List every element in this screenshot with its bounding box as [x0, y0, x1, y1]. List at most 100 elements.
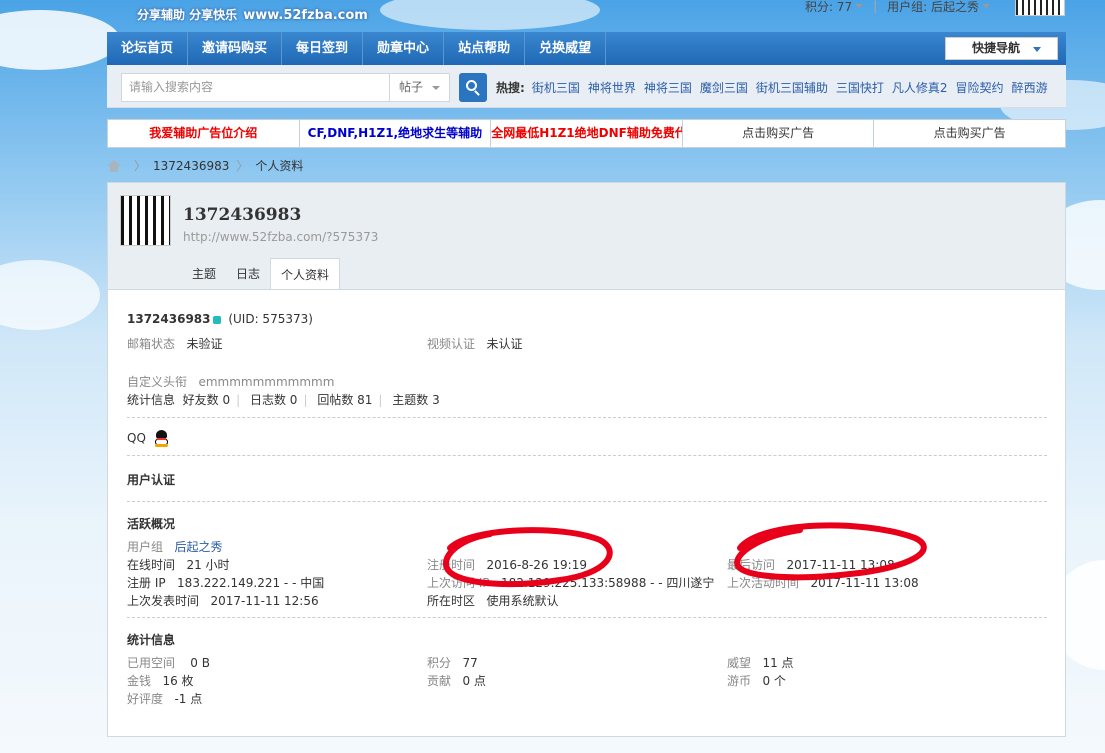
site-logo[interactable]: 分享辅助 分享快乐 www.52fzba.com [137, 6, 368, 23]
tab-threads[interactable]: 主题 [182, 258, 226, 290]
logo-tagline: 分享辅助 分享快乐 [137, 8, 238, 22]
usergroup-link[interactable]: 后起之秀 [174, 540, 222, 554]
custom-title-label: 自定义头衔 [127, 375, 188, 389]
custom-title: 自定义头衔 emmmmmmmmmmm [127, 373, 334, 390]
contribution: 贡献 0 点 [427, 672, 486, 689]
qq-row: QQ [127, 430, 168, 447]
hot-keyword[interactable]: 冒险契约 [956, 79, 1004, 96]
ad-slot[interactable]: CF,DNF,H1Z1,绝地求生等辅助 [300, 120, 492, 147]
hot-keyword[interactable]: 神将三国 [644, 79, 692, 96]
chevron-down-icon [1033, 47, 1041, 52]
custom-title-value: emmmmmmmmmmm [198, 375, 335, 389]
score-label: 积分 [427, 656, 452, 670]
contrib-label: 贡献 [427, 674, 452, 688]
profile-url[interactable]: http://www.52fzba.com/?575373 [183, 230, 378, 244]
last-active-value: 2017-11-11 13:08 [810, 576, 919, 590]
hot-search: 热搜: 街机三国 神将世界 神将三国 魔剑三国 街机三国辅助 三国快打 凡人修真… [496, 79, 1056, 96]
coin-value: 0 个 [762, 674, 786, 688]
online-label: 在线时间 [127, 558, 176, 572]
divider: | [873, 0, 878, 13]
qq-penguin-icon[interactable] [154, 430, 168, 447]
hot-keyword[interactable]: 街机三国 [532, 79, 580, 96]
email-label: 邮箱状态 [127, 337, 176, 351]
hot-keyword[interactable]: 神将世界 [588, 79, 636, 96]
search-input[interactable]: 请输入搜索内容 [121, 73, 391, 102]
main-nav: 论坛首页 邀请码购买 每日签到 勋章中心 站点帮助 兑换威望 快捷导航 [107, 32, 1066, 65]
last-post-label: 上次发表时间 [127, 594, 200, 608]
nav-item-exchange[interactable]: 兑换威望 [525, 32, 607, 65]
timezone-label: 所在时区 [427, 594, 476, 608]
user-status: 积分: 77 | 用户组: 后起之秀 [805, 0, 990, 15]
email-status: 邮箱状态 未验证 [127, 335, 222, 352]
ad-slot[interactable]: 全网最低H1Z1绝地DNF辅助免费代 [491, 120, 683, 147]
stat-blogs[interactable]: 日志数 0 [250, 393, 297, 407]
hot-search-label: 热搜: [496, 81, 525, 95]
prestige-label: 威望 [727, 656, 752, 670]
video-status: 视频认证 未认证 [427, 335, 522, 352]
hot-keyword[interactable]: 街机三国辅助 [756, 79, 828, 96]
stat-replies[interactable]: 回帖数 81 [317, 393, 372, 407]
profile-content: 1372436983 (UID: 575373) 邮箱状态 未验证 视频认证 未… [107, 289, 1066, 737]
email-value: 未验证 [186, 337, 223, 351]
profile-header: 1372436983 http://www.52fzba.com/?575373… [107, 182, 1066, 290]
usergroup-label[interactable]: 用户组: 后起之秀 [887, 0, 979, 15]
nav-item-invite[interactable]: 邀请码购买 [188, 32, 283, 65]
logo-site: www.52fzba.com [243, 8, 368, 23]
divider [127, 417, 1047, 418]
points-label[interactable]: 积分: 77 [805, 0, 852, 15]
ad-slot[interactable]: 点击购买广告 [683, 120, 875, 147]
section-title: 统计信息 [127, 633, 176, 647]
video-label: 视频认证 [427, 337, 476, 351]
top-bar: 分享辅助 分享快乐 www.52fzba.com 积分: 77 | 用户组: 后起… [0, 0, 1105, 32]
money-label: 金钱 [127, 674, 152, 688]
hot-keyword[interactable]: 醉西游 [1012, 79, 1048, 96]
nav-item-help[interactable]: 站点帮助 [444, 32, 526, 65]
avatar[interactable] [120, 195, 171, 246]
rating-label: 好评度 [127, 692, 164, 706]
qq-label: QQ [127, 431, 146, 445]
search-button[interactable] [459, 73, 487, 102]
nav-item-medals[interactable]: 勋章中心 [363, 32, 445, 65]
quick-nav-label: 快捷导航 [972, 41, 1021, 55]
ad-slot[interactable]: 点击购买广告 [874, 120, 1065, 147]
nav-item-checkin[interactable]: 每日签到 [282, 32, 364, 65]
money: 金钱 16 枚 [127, 672, 194, 689]
stats-row: 统计信息 好友数 0 | 日志数 0 | 回帖数 81 | 主题数 3 [127, 391, 440, 408]
reg-time: 注册时间 2016-8-26 19:19 [427, 556, 587, 573]
chevron-down-icon [855, 4, 864, 8]
timezone: 所在时区 使用系统默认 [427, 592, 558, 609]
section-title: 活跃概况 [127, 517, 176, 531]
home-icon[interactable] [107, 159, 121, 172]
tab-blog[interactable]: 日志 [226, 258, 270, 290]
online-time: 在线时间 21 小时 [127, 556, 230, 573]
breadcrumb-user[interactable]: 1372436983 [153, 159, 229, 173]
stat-friends[interactable]: 好友数 0 [183, 393, 230, 407]
search-type-select[interactable]: 帖子 [389, 73, 450, 102]
score-value: 77 [462, 656, 478, 670]
last-active-label: 上次活动时间 [727, 576, 800, 590]
hot-keyword[interactable]: 魔剑三国 [700, 79, 748, 96]
divider [127, 617, 1047, 618]
hot-keyword[interactable]: 凡人修真2 [892, 79, 948, 96]
prestige: 威望 11 点 [727, 654, 794, 671]
section-title: 用户认证 [127, 473, 176, 487]
reg-time-value: 2016-8-26 19:19 [486, 558, 587, 572]
stat-threads[interactable]: 主题数 3 [392, 393, 439, 407]
uid-text: (UID: 575373) [228, 312, 313, 326]
nav-item-home[interactable]: 论坛首页 [107, 32, 189, 65]
search-type-value: 帖子 [399, 80, 424, 94]
quick-nav-button[interactable]: 快捷导航 [945, 37, 1058, 60]
online-value: 21 小时 [186, 558, 230, 572]
last-ip: 上次访问 IP 182.129.225.133:58988 - - 四川遂宁 [427, 574, 714, 591]
timezone-value: 使用系统默认 [486, 594, 559, 608]
hot-keyword[interactable]: 三国快打 [836, 79, 884, 96]
page-title: 1372436983 [183, 205, 302, 225]
tab-profile[interactable]: 个人资料 [270, 258, 341, 290]
chevron-down-icon [432, 86, 440, 90]
avatar-small[interactable] [1015, 0, 1065, 16]
money-value: 16 枚 [162, 674, 194, 688]
last-ip-label: 上次访问 IP [427, 576, 490, 590]
ad-slot[interactable]: 我爱辅助广告位介绍 [108, 120, 300, 147]
usergroup-label: 用户组 [127, 540, 164, 554]
last-ip-value: 182.129.225.133:58988 - - 四川遂宁 [501, 576, 715, 590]
